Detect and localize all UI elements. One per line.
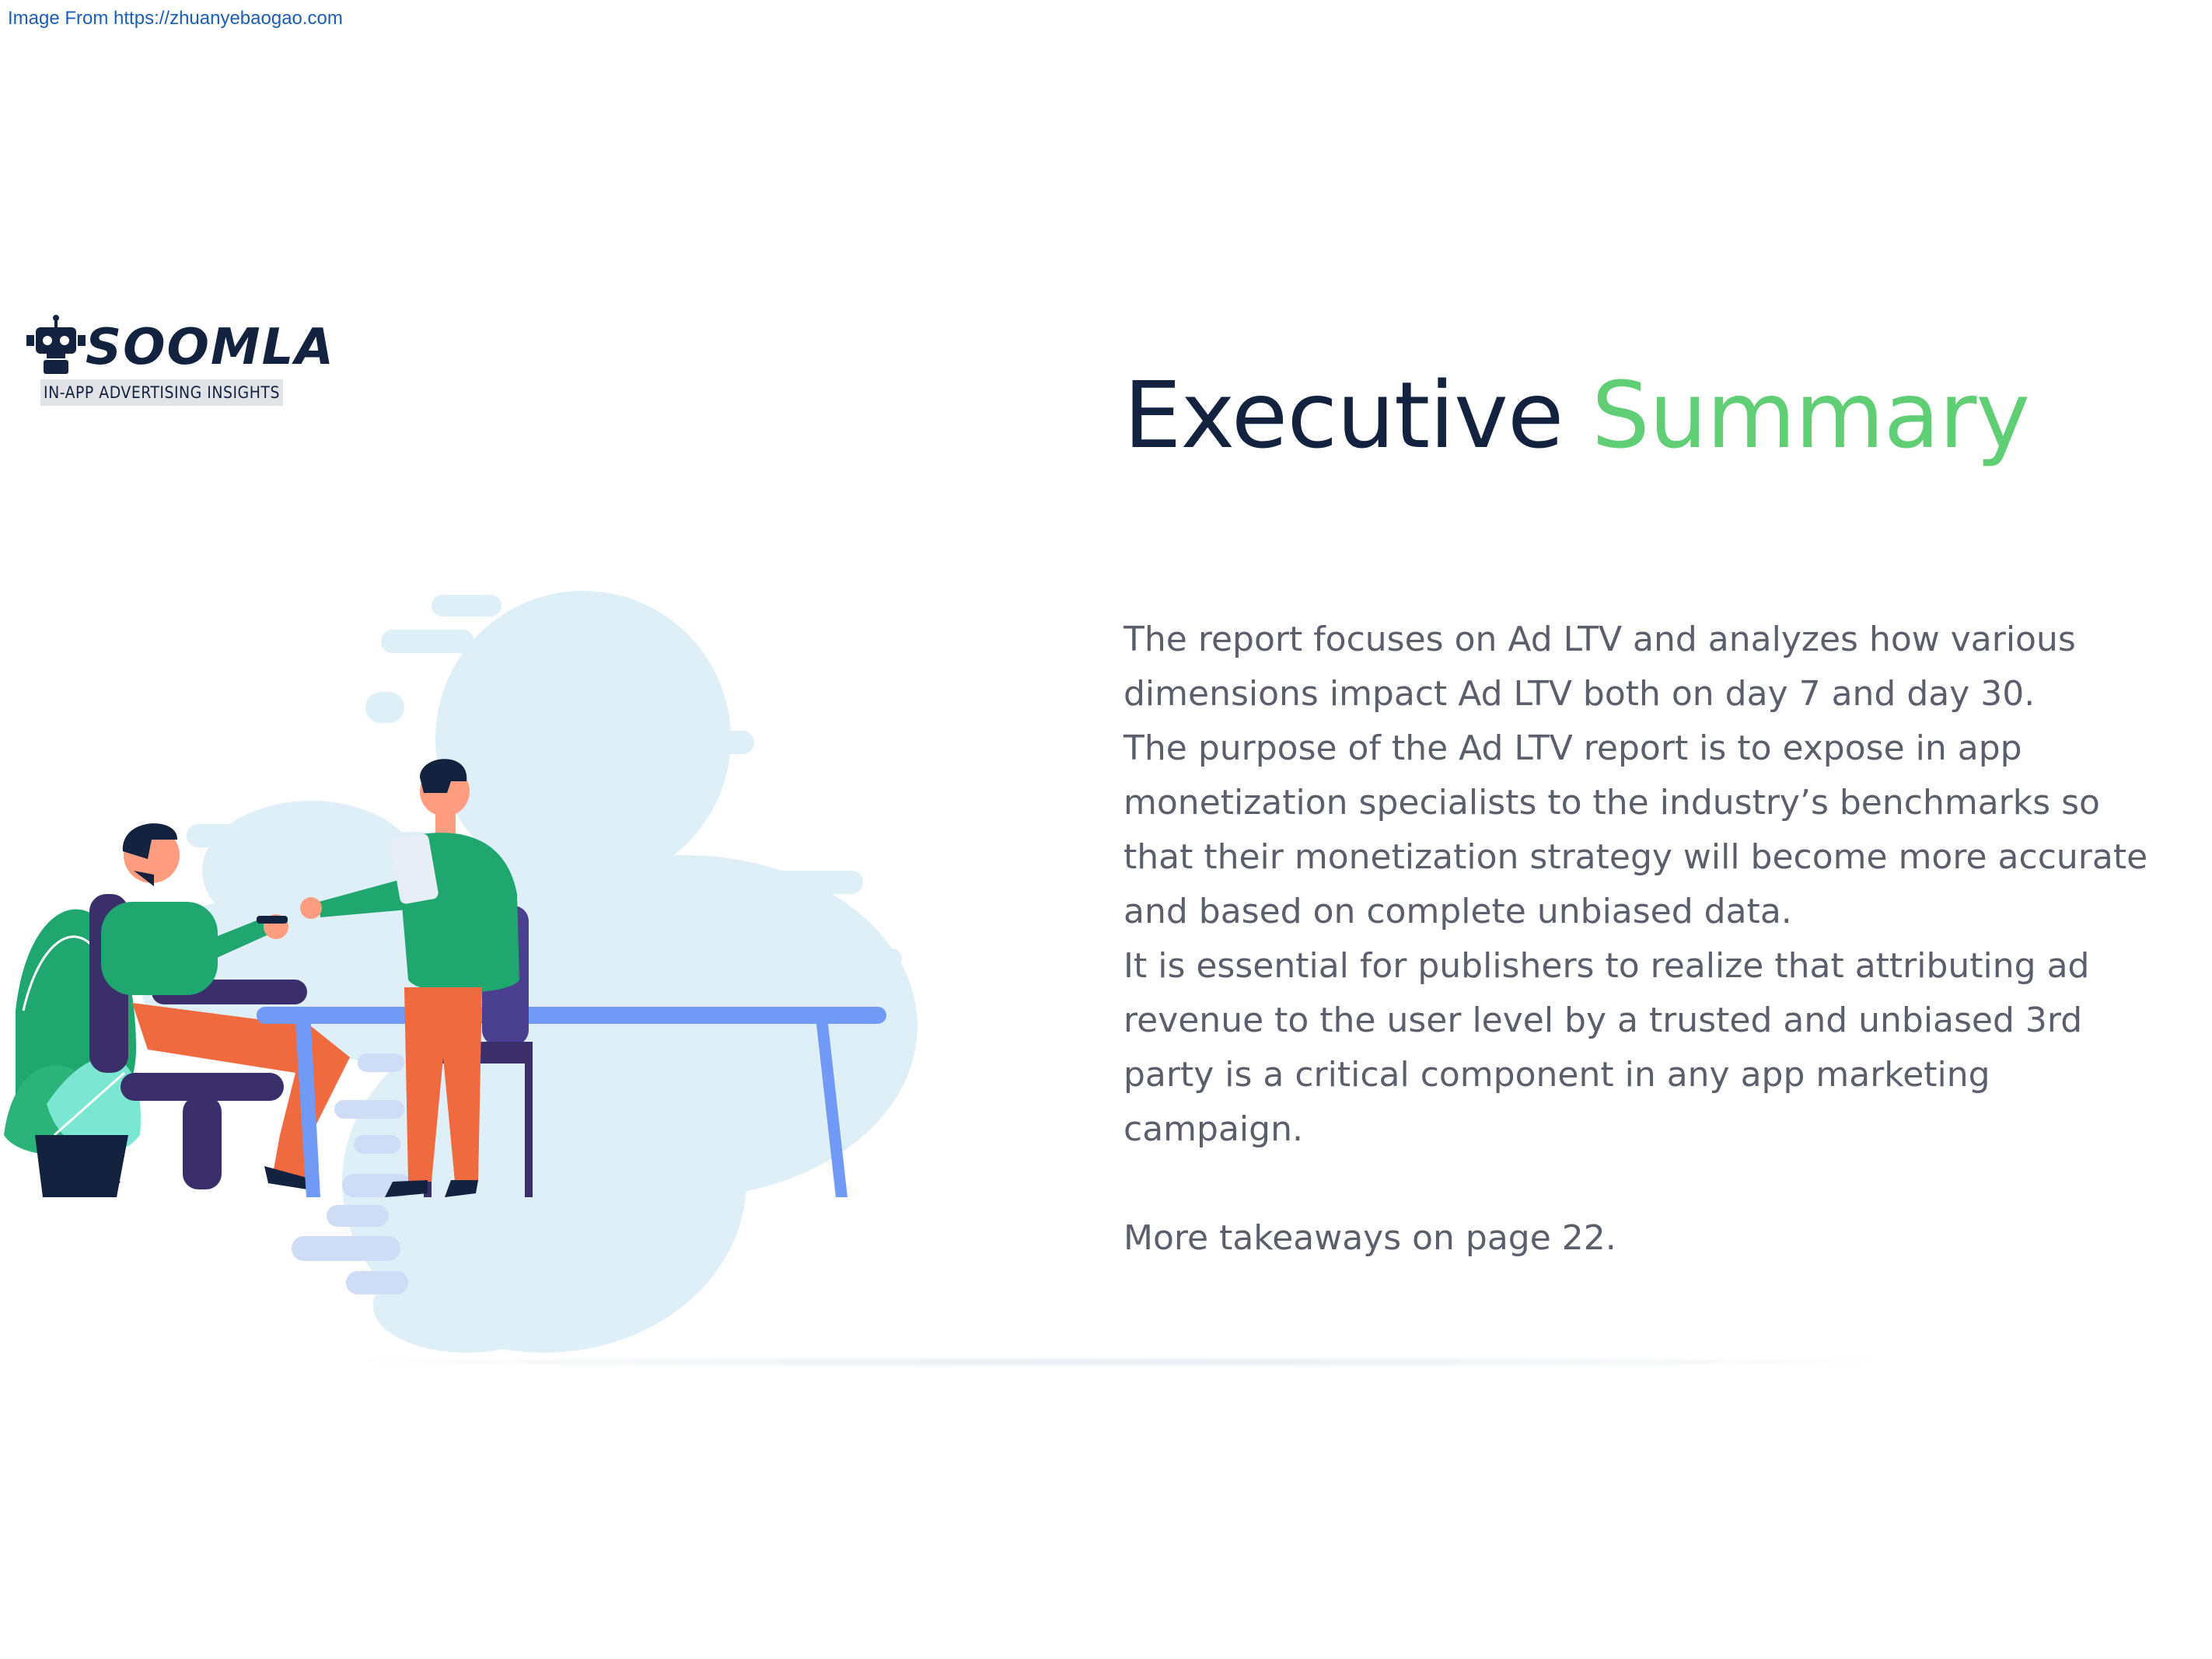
ground-shadow [280, 1357, 1959, 1367]
summary-paragraph-1: The report focuses on Ad LTV and analyze… [1123, 620, 2076, 714]
logo-tagline: IN-APP ADVERTISING INSIGHTS [40, 379, 283, 406]
soomla-logo: SOOMLA IN-APP ADVERTISING INSIGHTS [26, 315, 334, 412]
summary-paragraph-3: It is essential for publishers to realiz… [1123, 946, 2090, 1149]
meeting-illustration [4, 591, 917, 1353]
takeaway-note: More takeaways on page 22. [1123, 1218, 1616, 1258]
title-part-summary: Summary [1592, 361, 2030, 469]
source-link[interactable]: Image From https://zhuanyebaogao.com [8, 8, 343, 30]
robot-icon [26, 315, 86, 374]
summary-paragraph-2: The purpose of the Ad LTV report is to e… [1123, 728, 2148, 931]
summary-body: The report focuses on Ad LTV and analyze… [1123, 613, 2158, 1266]
title-part-executive: Executive [1123, 361, 1592, 469]
page-title: Executive Summary [1123, 365, 2030, 466]
logo-wordmark: SOOMLA [86, 319, 335, 376]
